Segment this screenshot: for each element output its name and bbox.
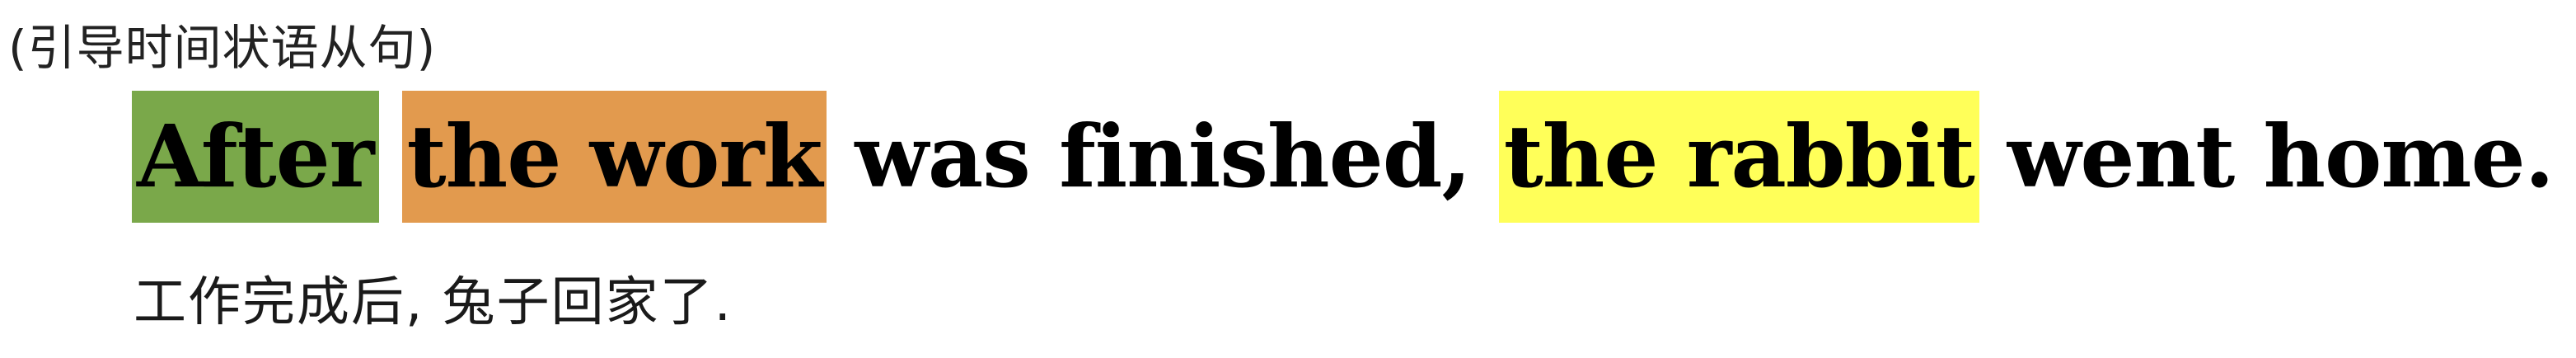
- conjunction-after: After: [132, 91, 379, 223]
- main-subject-the-rabbit: the rabbit: [1498, 91, 1979, 223]
- clause-type-caption: (引导时间状语从句): [8, 20, 437, 76]
- example-sentence: After the work was finished, the rabbit …: [132, 82, 2559, 231]
- chinese-translation: 工作完成后, 兔子回家了.: [133, 272, 733, 333]
- subject-the-work: the work: [401, 91, 827, 223]
- main-predicate-went-home: went home.: [2007, 106, 2555, 207]
- predicate-was-finished: was finished,: [855, 106, 1471, 207]
